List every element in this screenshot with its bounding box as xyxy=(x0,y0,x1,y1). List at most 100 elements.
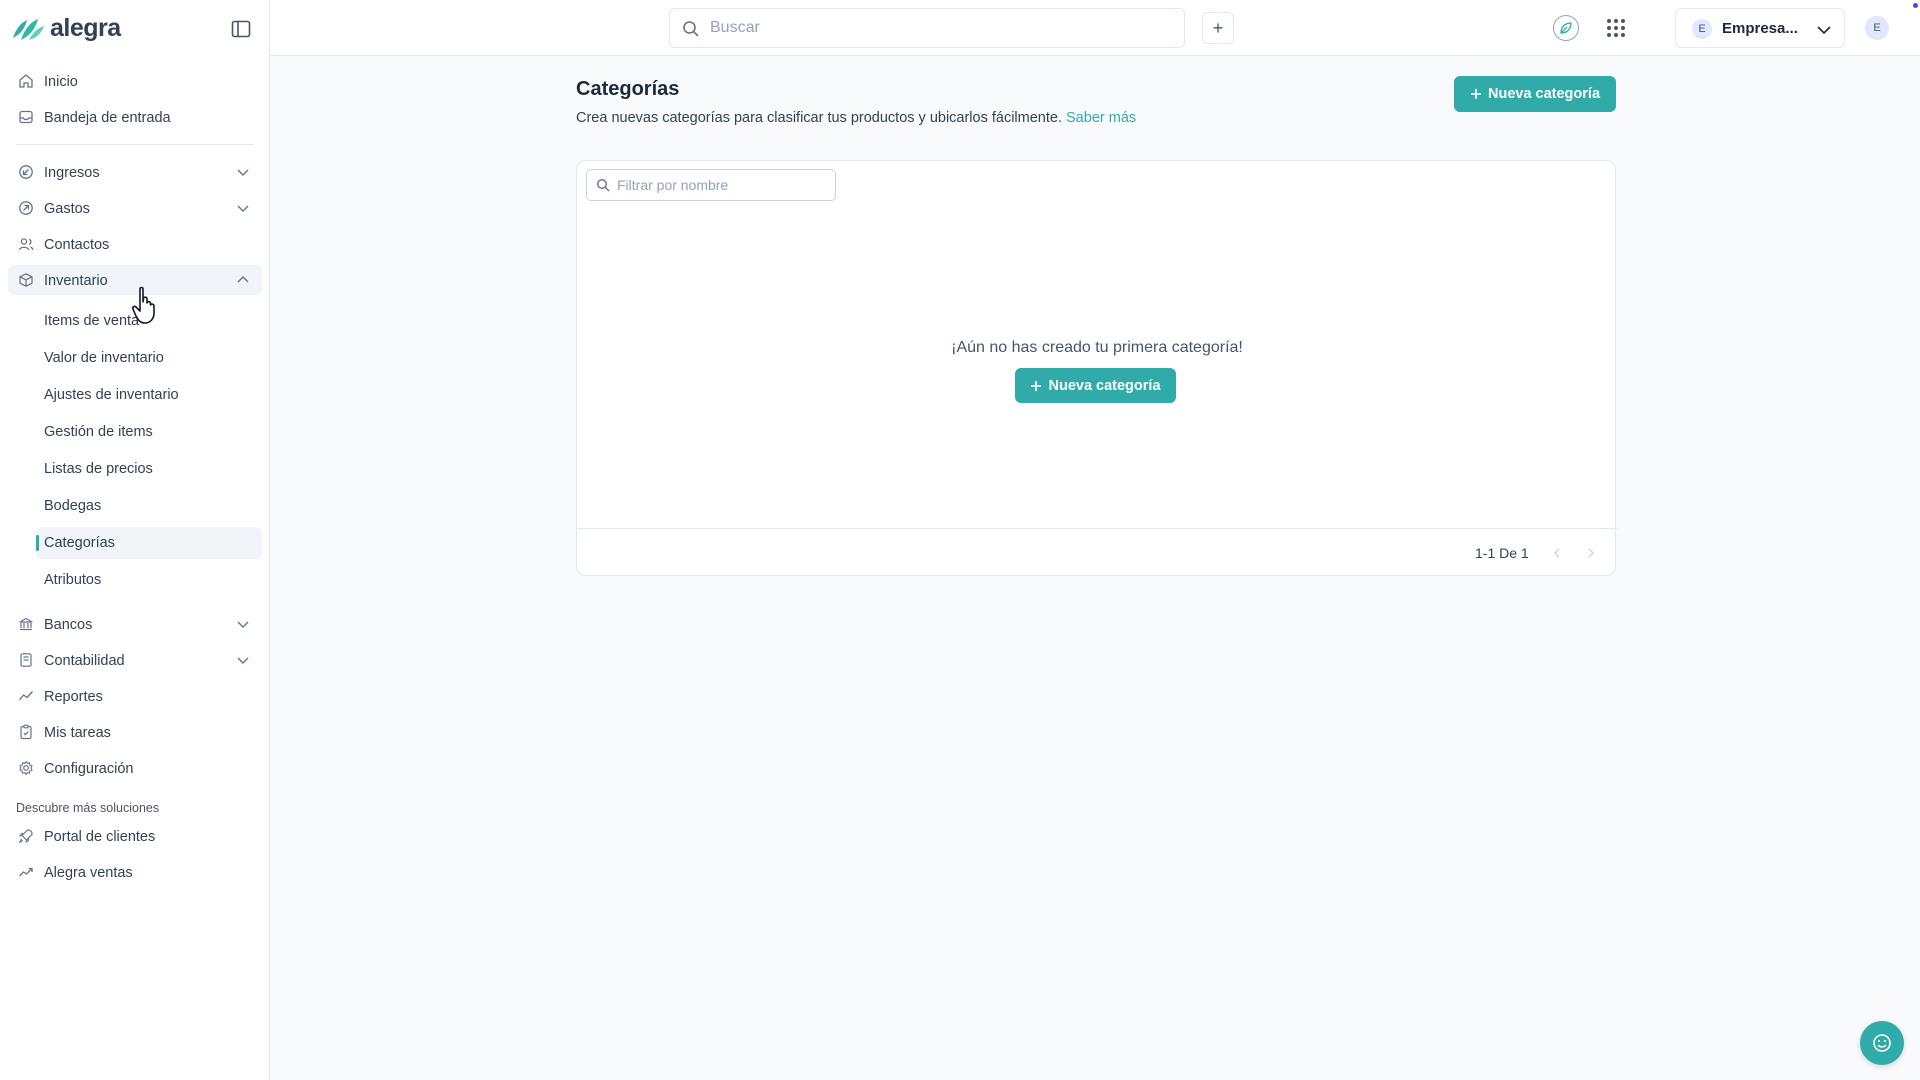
sidebar-item-label: Mis tareas xyxy=(44,725,111,741)
sidebar-toggle-icon[interactable] xyxy=(230,18,252,40)
sidebar-item-alegra-ventas[interactable]: Alegra ventas xyxy=(8,857,262,887)
sidebar-item-contactos[interactable]: Contactos xyxy=(8,229,262,259)
bank-icon xyxy=(19,617,33,631)
plus-icon xyxy=(1031,380,1042,391)
plus-icon xyxy=(1470,89,1481,99)
sidebar-item-label: Bancos xyxy=(44,617,93,633)
empty-state-new-category-button[interactable]: Nueva categoría xyxy=(1015,368,1176,403)
sidebar-item-bancos[interactable]: Bancos xyxy=(8,609,262,639)
sidebar-item-reportes[interactable]: Reportes xyxy=(8,681,262,711)
brand-name: alegra xyxy=(50,14,121,42)
chevron-down-icon xyxy=(237,621,249,628)
filter-box xyxy=(586,169,836,201)
sidebar-item-ingresos[interactable]: Ingresos xyxy=(8,157,262,187)
empty-state-message: ¡Aún no has creado tu primera categoría! xyxy=(951,339,1243,356)
pagination-info: 1-1 De 1 xyxy=(1475,545,1529,561)
sidebar-item-label: Ingresos xyxy=(44,165,100,181)
sidebar-subitem-atributos[interactable]: Atributos xyxy=(36,564,262,596)
sidebar-subitem-label: Listas de precios xyxy=(44,461,153,477)
page-title: Categorías xyxy=(576,78,680,100)
sidebar-subitem-label: Gestión de items xyxy=(44,424,153,440)
gear-icon xyxy=(19,760,33,776)
income-icon xyxy=(19,165,33,179)
sidebar-item-portal-clientes[interactable]: Portal de clientes xyxy=(8,821,262,851)
inbox-icon xyxy=(19,110,33,124)
quick-add-button[interactable]: + xyxy=(1202,12,1234,44)
chevron-down-icon xyxy=(237,169,249,176)
leaf-icon xyxy=(1560,22,1572,34)
logo-row: alegra xyxy=(0,0,270,56)
sidebar-subitem-label: Valor de inventario xyxy=(44,350,164,366)
support-chat-button[interactable] xyxy=(1860,1021,1904,1065)
sidebar-item-label: Contabilidad xyxy=(44,653,125,669)
chevron-up-icon xyxy=(237,276,249,283)
sidebar-subitem-label: Atributos xyxy=(44,572,102,588)
sidebar-item-label: Inicio xyxy=(44,74,78,90)
sidebar-subitem-label: Items de venta xyxy=(44,313,140,329)
sidebar-item-label: Alegra ventas xyxy=(44,865,133,881)
alegra-logo[interactable]: alegra xyxy=(11,14,121,43)
company-name: Empresa... xyxy=(1722,20,1798,37)
sidebar-item-label: Configuración xyxy=(44,761,134,777)
reports-icon xyxy=(18,691,33,701)
sidebar: alegra Inicio Bandeja de entrada Ingreso… xyxy=(0,0,270,1080)
alegra-leaf-icon xyxy=(13,18,44,40)
sidebar-item-bandeja[interactable]: Bandeja de entrada xyxy=(8,102,262,132)
sidebar-subitem-bodegas[interactable]: Bodegas xyxy=(36,490,262,522)
chevron-down-icon xyxy=(1817,26,1831,35)
chevron-right-icon[interactable] xyxy=(1585,547,1597,559)
accounting-icon xyxy=(20,653,32,667)
search-input[interactable] xyxy=(710,9,1170,47)
page-description: Crea nuevas categorías para clasificar t… xyxy=(576,110,1136,126)
new-category-button[interactable]: Nueva categoría xyxy=(1454,76,1616,112)
company-selector[interactable]: E Empresa... xyxy=(1675,8,1845,48)
filter-by-name-input[interactable] xyxy=(617,170,827,200)
sidebar-item-label: Inventario xyxy=(44,273,108,289)
chat-smile-icon xyxy=(1873,1034,1891,1052)
sidebar-subitem-categorias[interactable]: Categorías xyxy=(36,527,262,559)
page-description-text: Crea nuevas categorías para clasificar t… xyxy=(576,110,1062,126)
hand-cursor-icon xyxy=(131,286,155,324)
notification-dot xyxy=(1913,3,1918,8)
global-search xyxy=(669,8,1185,48)
sidebar-item-contabilidad[interactable]: Contabilidad xyxy=(8,645,262,675)
trend-icon xyxy=(19,867,33,877)
sidebar-item-mis-tareas[interactable]: Mis tareas xyxy=(8,717,262,747)
sidebar-subitem-label: Bodegas xyxy=(44,498,102,514)
sidebar-item-label: Gastos xyxy=(44,201,90,217)
box-icon xyxy=(19,273,33,287)
chevron-down-icon xyxy=(237,205,249,212)
chevron-left-icon[interactable] xyxy=(1551,547,1563,559)
chevron-down-icon xyxy=(237,657,249,664)
contacts-icon xyxy=(18,238,34,251)
apps-grid-icon[interactable] xyxy=(1605,17,1627,39)
expense-icon xyxy=(19,201,33,215)
company-avatar: E xyxy=(1692,19,1712,39)
sidebar-item-gastos[interactable]: Gastos xyxy=(8,193,262,223)
sidebar-divider xyxy=(16,144,254,145)
sidebar-item-label: Reportes xyxy=(44,689,103,705)
user-avatar[interactable]: E xyxy=(1865,16,1889,40)
card-footer-divider xyxy=(577,528,1617,529)
tasks-icon xyxy=(20,724,32,740)
rocket-icon xyxy=(18,829,33,844)
app-root: alegra Inicio Bandeja de entrada Ingreso… xyxy=(0,0,1920,1080)
sidebar-subitem-gestion-items[interactable]: Gestión de items xyxy=(36,416,262,448)
learn-more-link[interactable]: Saber más xyxy=(1066,110,1136,126)
sidebar-item-label: Bandeja de entrada xyxy=(44,110,171,126)
sidebar-subitem-label: Ajustes de inventario xyxy=(44,387,179,403)
empty-state-new-category-label: Nueva categoría xyxy=(1048,377,1161,394)
sidebar-subitem-valor-inventario[interactable]: Valor de inventario xyxy=(36,342,262,374)
search-icon xyxy=(596,178,610,192)
sidebar-subitem-ajustes-inventario[interactable]: Ajustes de inventario xyxy=(36,379,262,411)
search-icon xyxy=(683,21,699,37)
sidebar-item-configuracion[interactable]: Configuración xyxy=(8,753,262,783)
new-category-label: Nueva categoría xyxy=(1487,86,1601,102)
topbar: + E Empresa... E xyxy=(271,0,1920,56)
sustainability-button[interactable] xyxy=(1553,15,1579,41)
sidebar-item-inicio[interactable]: Inicio xyxy=(8,66,262,96)
sidebar-item-label: Contactos xyxy=(44,237,110,253)
sidebar-subitem-label: Categorías xyxy=(44,535,115,551)
sidebar-subitem-listas-precios[interactable]: Listas de precios xyxy=(36,453,262,485)
sidebar-item-label: Portal de clientes xyxy=(44,829,156,845)
